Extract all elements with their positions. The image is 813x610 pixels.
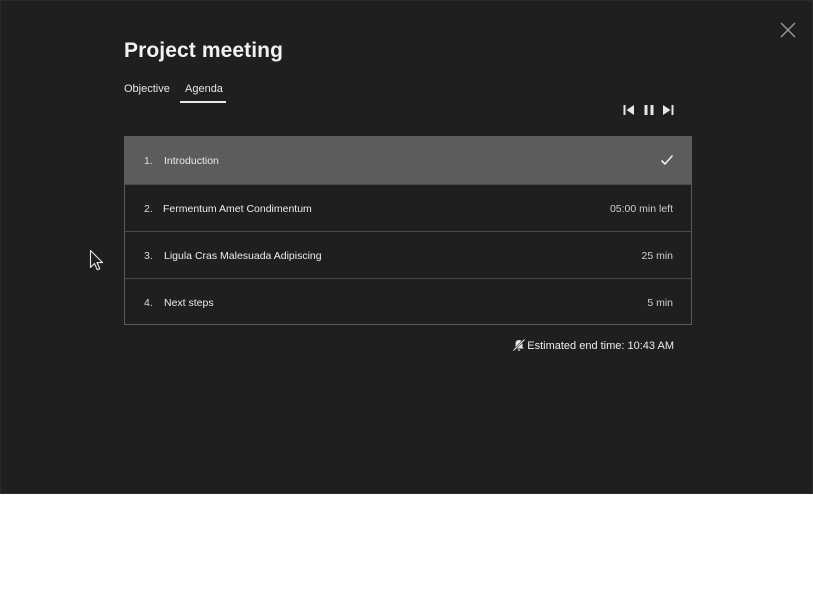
next-item-button[interactable] xyxy=(661,103,675,119)
close-icon xyxy=(780,22,796,38)
skip-next-icon xyxy=(663,105,674,115)
agenda-item-number: 1. xyxy=(144,155,153,167)
agenda-item-introduction[interactable]: 1. Introduction xyxy=(125,137,691,184)
previous-item-button[interactable] xyxy=(622,103,636,119)
agenda-item-title: Next steps xyxy=(164,297,214,309)
agenda-item-duration: 25 min xyxy=(641,250,673,262)
pause-icon xyxy=(644,105,654,115)
meeting-panel: Project meeting Objective Agenda 1. Intr… xyxy=(0,0,813,494)
pause-button[interactable] xyxy=(642,103,656,119)
agenda-item-title: Ligula Cras Malesuada Adipiscing xyxy=(164,250,322,262)
agenda-item-title: Introduction xyxy=(164,155,219,167)
agenda-item-time-left: 05:00 min left xyxy=(609,203,673,215)
agenda-list: 1. Introduction 2. Fermentum Amet Condim… xyxy=(124,136,692,325)
estimated-end-time: Estimated end time: 10:43 AM xyxy=(512,338,674,354)
agenda-item-duration: 5 min xyxy=(647,297,673,309)
agenda-item-number: 3. xyxy=(144,250,153,262)
agenda-item-number: 4. xyxy=(144,297,153,309)
agenda-item-title: Fermentum Amet Condimentum xyxy=(163,203,312,215)
tab-objective[interactable]: Objective xyxy=(124,83,170,95)
agenda-item-ligula[interactable]: 3. Ligula Cras Malesuada Adipiscing 25 m… xyxy=(125,231,691,278)
estimated-end-time-text: Estimated end time: 10:43 AM xyxy=(527,340,674,352)
notifications-off-icon xyxy=(512,338,526,357)
checkmark-icon xyxy=(660,153,674,171)
skip-previous-icon xyxy=(623,105,634,115)
page-title: Project meeting xyxy=(124,39,284,62)
agenda-item-next-steps[interactable]: 4. Next steps 5 min xyxy=(125,278,691,324)
close-button[interactable] xyxy=(778,20,798,40)
agenda-item-number: 2. xyxy=(144,203,153,215)
tab-agenda[interactable]: Agenda xyxy=(185,83,223,95)
agenda-item-fermentum[interactable]: 2. Fermentum Amet Condimentum 05:00 min … xyxy=(125,184,691,231)
mouse-pointer-icon xyxy=(89,249,105,278)
active-tab-indicator xyxy=(180,101,226,103)
